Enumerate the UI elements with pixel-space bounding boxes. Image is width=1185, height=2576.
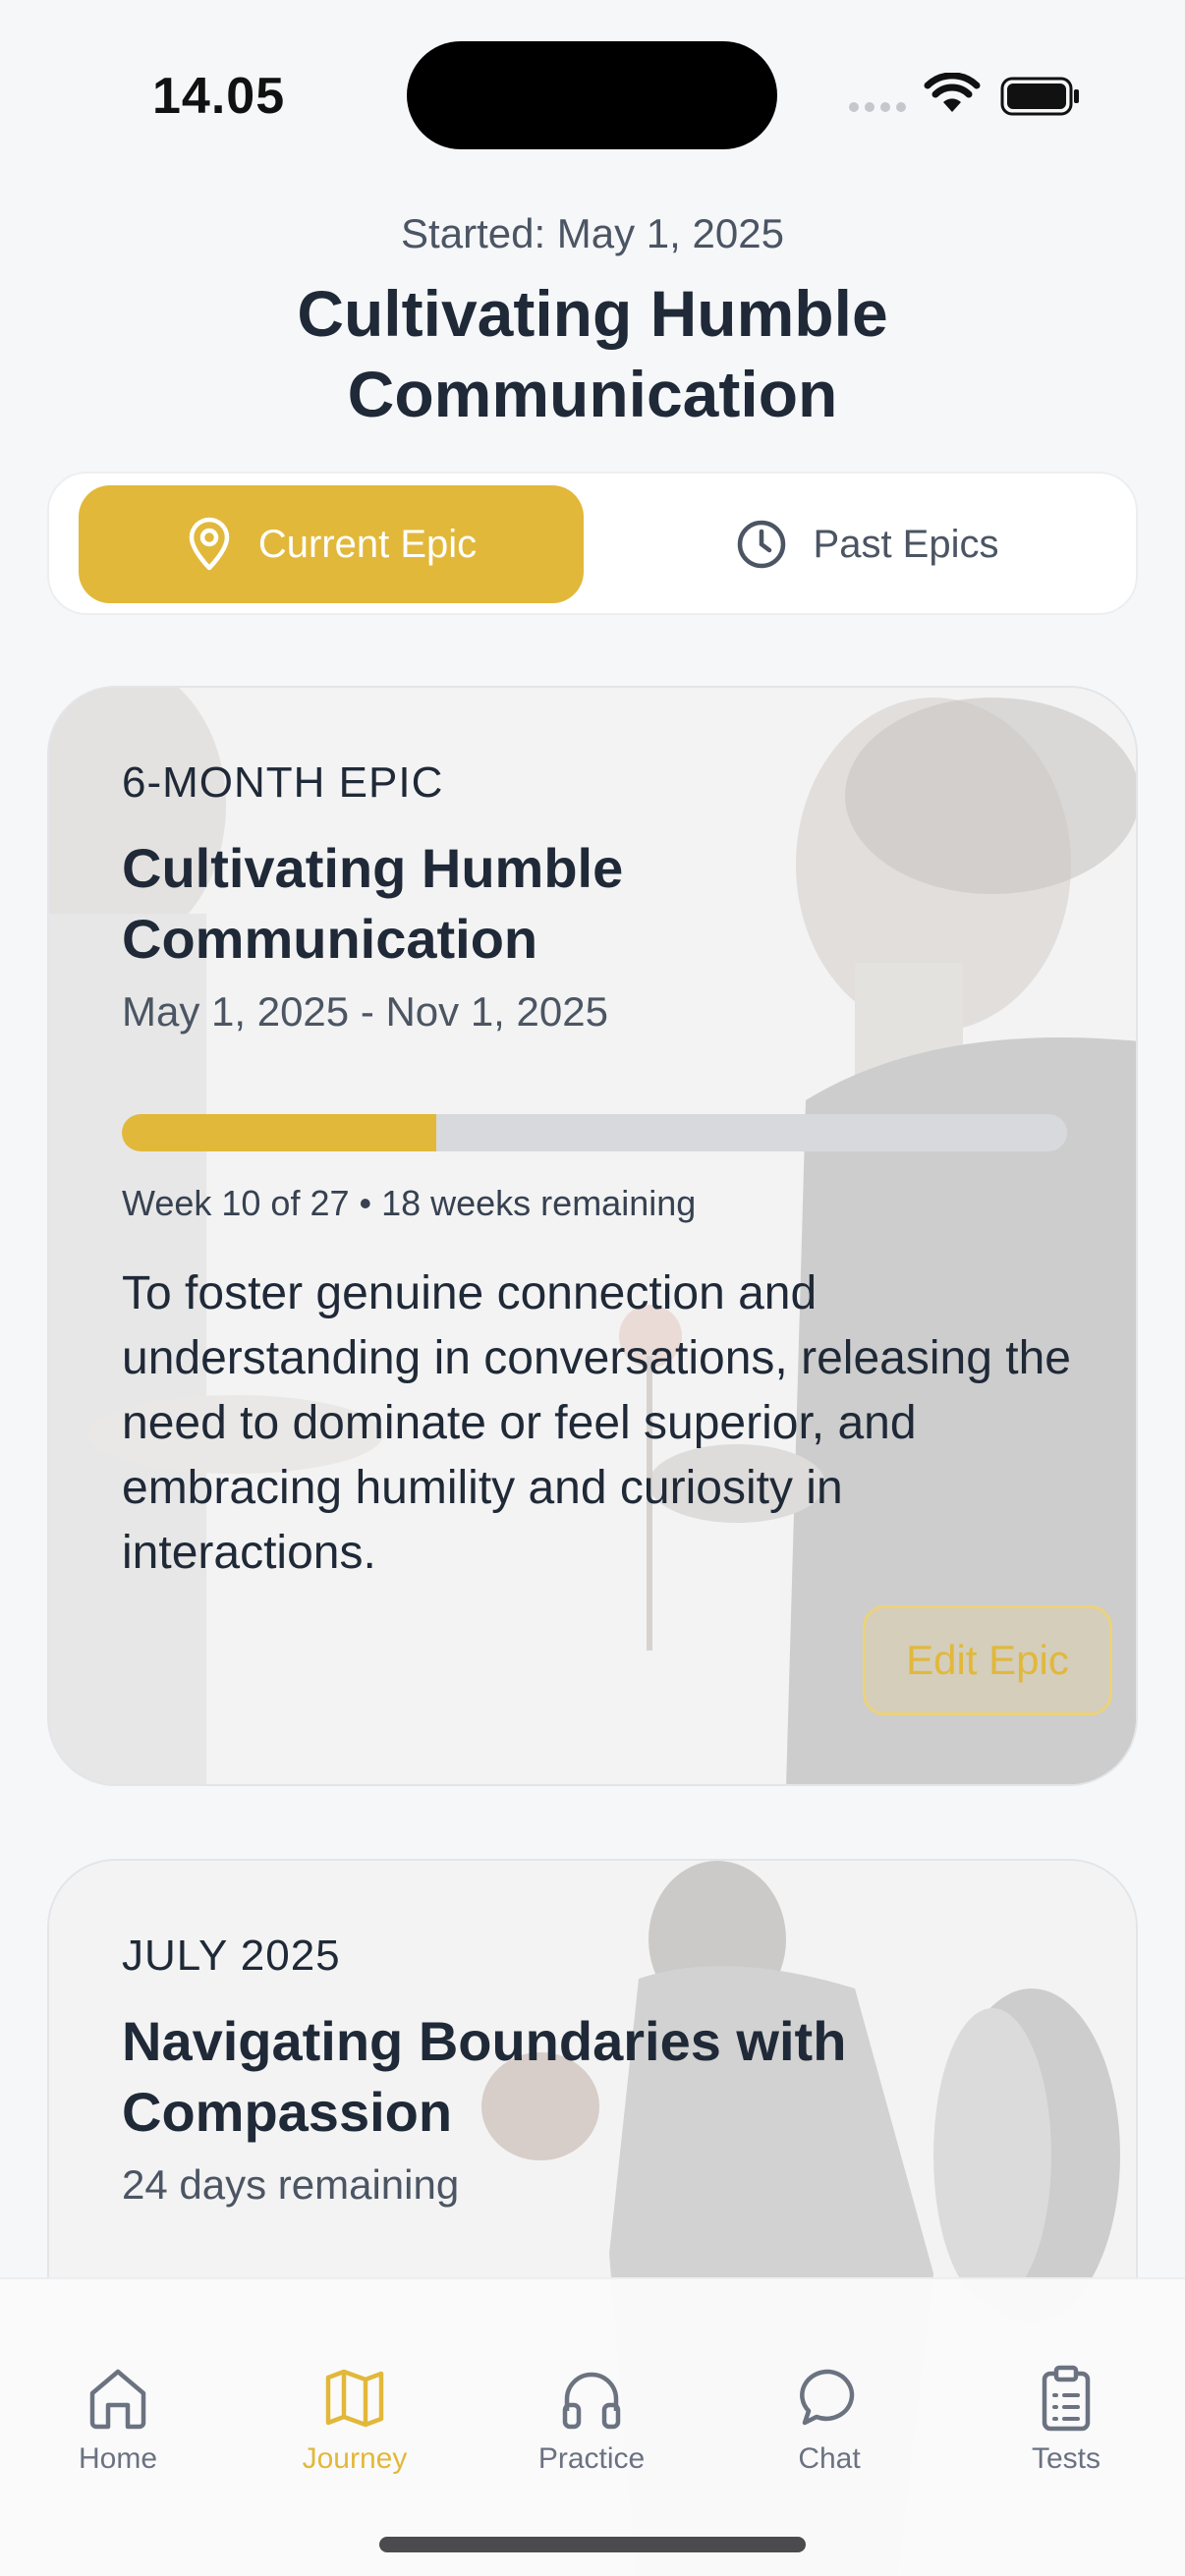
map-icon — [325, 2369, 384, 2428]
edit-epic-button[interactable]: Edit Epic — [863, 1605, 1112, 1715]
status-bar: 14.05 — [0, 0, 1185, 177]
page-title: Cultivating Humble Communication — [297, 277, 888, 430]
tab-home-label: Home — [78, 2442, 158, 2475]
epic-progress-bar — [122, 1114, 1067, 1151]
cellular-signal-icon — [849, 102, 906, 112]
clipboard-icon — [1042, 2365, 1091, 2432]
monthly-epic-eyebrow: JULY 2025 — [122, 1932, 341, 1980]
tab-past-epics-label: Past Epics — [813, 522, 999, 566]
tab-journey-label: Journey — [302, 2442, 408, 2475]
epic-progress-fill — [122, 1114, 437, 1151]
tab-current-epic-label: Current Epic — [257, 522, 478, 566]
tab-tests[interactable]: Tests — [968, 2364, 1164, 2476]
headphones-icon — [562, 2372, 621, 2430]
tab-chat-label: Chat — [798, 2442, 861, 2475]
epic-dates: May 1, 2025 - Nov 1, 2025 — [122, 988, 608, 1035]
monthly-epic-title: Navigating Boundaries with Compassion — [122, 2010, 847, 2143]
tab-current-epic[interactable]: Current Epic — [79, 485, 584, 603]
map-pin-icon — [189, 517, 230, 571]
epic-eyebrow: 6-MONTH EPIC — [122, 758, 444, 807]
tab-past-epics[interactable]: Past Epics — [614, 485, 1119, 603]
tab-home[interactable]: Home — [20, 2364, 216, 2476]
dynamic-island — [407, 41, 777, 149]
epic-segmented-control: Current Epic Past Epics — [47, 472, 1138, 615]
chat-bubble-icon — [800, 2369, 855, 2426]
home-icon — [89, 2369, 146, 2430]
epic-progress-text: Week 10 of 27 • 18 weeks remaining — [122, 1183, 697, 1223]
tab-journey[interactable]: Journey — [256, 2364, 453, 2476]
bottom-tab-bar: Home Journey Practice Chat Tests — [0, 2277, 1185, 2576]
status-time: 14.05 — [152, 68, 286, 125]
home-indicator[interactable] — [379, 2537, 806, 2552]
journey-screen: 14.05 Started: May 1, 2025 Cultivating H… — [0, 0, 1185, 2576]
tab-tests-label: Tests — [1031, 2442, 1101, 2475]
epic-title: Cultivating Humble Communication — [122, 837, 624, 970]
tab-practice[interactable]: Practice — [493, 2364, 690, 2476]
battery-icon — [1000, 77, 1079, 116]
tab-chat[interactable]: Chat — [731, 2364, 928, 2476]
monthly-epic-remaining: 24 days remaining — [122, 2161, 460, 2208]
current-epic-card[interactable]: 6-MONTH EPIC Cultivating Humble Communic… — [47, 686, 1138, 1786]
tab-practice-label: Practice — [537, 2442, 646, 2475]
started-date: Started: May 1, 2025 — [401, 210, 784, 256]
epic-goal: To foster genuine connection and underst… — [122, 1267, 1071, 1579]
clock-icon — [737, 520, 785, 569]
wifi-icon — [924, 73, 981, 112]
